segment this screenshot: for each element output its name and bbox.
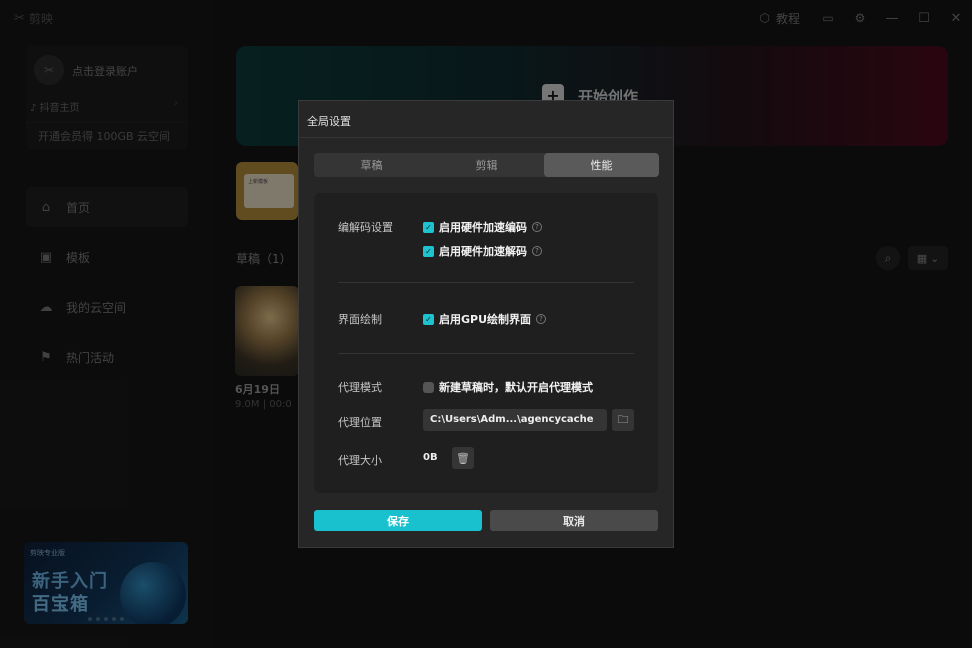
checkbox-checked[interactable]: ✓: [423, 221, 434, 233]
checkbox-checked[interactable]: ✓: [423, 313, 434, 325]
tab-draft[interactable]: 草稿: [314, 153, 429, 177]
gpu-render-label: 启用GPU绘制界面: [439, 313, 532, 326]
hw-decode-label: 启用硬件加速解码: [439, 245, 527, 258]
proxy-mode-text: 新建草稿时，默认开启代理模式: [439, 381, 593, 394]
proxy-mode-label: 代理模式: [338, 381, 382, 394]
divider: [338, 282, 634, 283]
checkbox-unchecked[interactable]: [423, 381, 434, 393]
divider: [299, 137, 673, 138]
tab-performance[interactable]: 性能: [544, 153, 659, 177]
performance-panel: 编解码设置 ✓ 启用硬件加速编码 ? ✓ 启用硬件加速解码 ? 界面绘制 ✓ 启…: [314, 193, 658, 493]
proxy-location-label: 代理位置: [338, 416, 382, 429]
help-icon[interactable]: ?: [536, 314, 547, 324]
checkbox-checked[interactable]: ✓: [423, 245, 434, 257]
cancel-button[interactable]: 取消: [490, 510, 658, 531]
codec-label: 编解码设置: [338, 221, 393, 234]
proxy-size-label: 代理大小: [338, 454, 382, 467]
hw-encode-option[interactable]: ✓ 启用硬件加速编码 ?: [423, 219, 542, 235]
settings-tabs: 草稿 剪辑 性能: [314, 153, 659, 177]
tab-edit[interactable]: 剪辑: [429, 153, 544, 177]
folder-icon: 🗀: [617, 412, 629, 426]
proxy-mode-option[interactable]: 新建草稿时，默认开启代理模式: [423, 379, 593, 395]
clear-cache-button[interactable]: 🗑: [452, 447, 474, 469]
hw-decode-option[interactable]: ✓ 启用硬件加速解码 ?: [423, 243, 542, 259]
help-icon[interactable]: ?: [532, 222, 542, 232]
proxy-size-value: 0B: [423, 452, 438, 463]
dialog-title: 全局设置: [307, 115, 351, 128]
save-button[interactable]: 保存: [314, 510, 482, 531]
help-icon[interactable]: ?: [532, 246, 542, 256]
gpu-render-option[interactable]: ✓ 启用GPU绘制界面 ?: [423, 311, 547, 327]
proxy-location-field[interactable]: C:\Users\Adm...\agencycache: [423, 409, 607, 431]
divider: [338, 353, 634, 354]
browse-folder-button[interactable]: 🗀: [612, 409, 634, 431]
global-settings-dialog: 全局设置 草稿 剪辑 性能 编解码设置 ✓ 启用硬件加速编码 ? ✓ 启用硬件加…: [298, 100, 674, 548]
render-label: 界面绘制: [338, 313, 382, 326]
hw-encode-label: 启用硬件加速编码: [439, 221, 527, 234]
app-window: ✂ 点击登录账户 ♪ 抖音主页 › 开通会员得 100GB 云空间 ⌂ 首页 ▣…: [0, 0, 972, 648]
trash-icon: 🗑: [456, 451, 470, 465]
